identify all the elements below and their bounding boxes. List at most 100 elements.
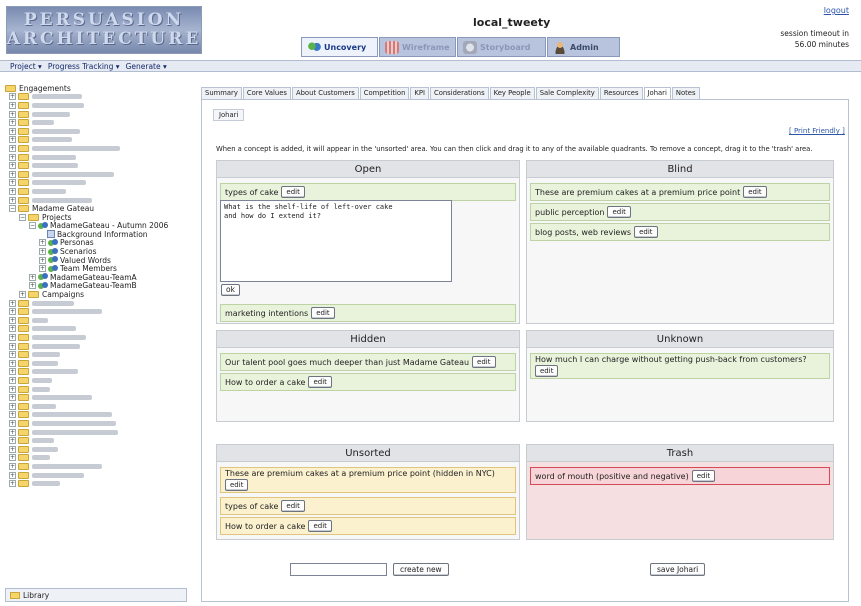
tree-item[interactable]: + xyxy=(5,393,187,402)
edit-button[interactable]: edit xyxy=(535,365,559,377)
ok-button[interactable]: ok xyxy=(221,284,240,296)
tree-item[interactable]: + xyxy=(5,316,187,325)
concept-item[interactable]: How to order a cake edit xyxy=(220,517,516,535)
tree-item-madame-gateau[interactable]: − Madame Gateau xyxy=(5,204,187,213)
edit-button[interactable]: edit xyxy=(311,307,335,319)
tab-summary[interactable]: Summary xyxy=(201,87,242,99)
tree-item[interactable]: + xyxy=(5,325,187,334)
tree-item[interactable]: + xyxy=(5,110,187,119)
quadrant-blind[interactable]: Blind These are premium cakes at a premi… xyxy=(526,160,834,324)
tree-item[interactable]: + xyxy=(5,402,187,411)
tree-item-campaigns[interactable]: + Campaigns xyxy=(5,290,187,299)
johari-subtab[interactable]: Johari xyxy=(213,109,245,121)
tree-item[interactable]: + xyxy=(5,471,187,480)
edit-button[interactable]: edit xyxy=(472,356,496,368)
tree-item-background[interactable]: Background Information xyxy=(5,230,187,239)
mode-tab-storyboard[interactable]: Storyboard xyxy=(457,37,546,57)
tab-competition[interactable]: Competition xyxy=(359,87,410,99)
quadrant-trash[interactable]: Trash word of mouth (positive and negati… xyxy=(526,444,834,540)
concept-item[interactable]: marketing intentions edit xyxy=(220,304,516,322)
tree-item-scenarios[interactable]: + Scenarios xyxy=(5,247,187,256)
quadrant-unsorted[interactable]: Unsorted These are premium cakes at a pr… xyxy=(216,444,520,540)
tree-item[interactable]: + xyxy=(5,428,187,437)
tree-item[interactable]: + xyxy=(5,187,187,196)
save-johari-button[interactable]: save Johari xyxy=(650,563,706,576)
tab-johari[interactable]: Johari xyxy=(643,87,671,99)
tab-key-people[interactable]: Key People xyxy=(489,87,535,99)
tree-item[interactable]: + xyxy=(5,101,187,110)
concept-item[interactable]: blog posts, web reviews edit xyxy=(530,223,830,241)
concept-item[interactable]: Our talent pool goes much deeper than ju… xyxy=(220,353,516,371)
tab-resources[interactable]: Resources xyxy=(599,87,643,99)
menu-generate[interactable]: Generate ▾ xyxy=(126,62,167,71)
tree-item[interactable]: + xyxy=(5,411,187,420)
tree-item[interactable]: + xyxy=(5,436,187,445)
create-new-button[interactable]: create new xyxy=(393,563,449,576)
tree-item[interactable]: + xyxy=(5,127,187,136)
tab-core-values[interactable]: Core Values xyxy=(242,87,291,99)
tree-item[interactable]: + xyxy=(5,368,187,377)
tree-item[interactable]: + xyxy=(5,299,187,308)
tree-item-autumn-2006[interactable]: − MadameGateau - Autumn 2006 xyxy=(5,221,187,230)
tab-about-customers[interactable]: About Customers xyxy=(291,87,359,99)
tree-item[interactable]: + xyxy=(5,118,187,127)
edit-button[interactable]: edit xyxy=(743,186,767,198)
tree-item[interactable]: + xyxy=(5,479,187,488)
tree-item-projects[interactable]: − Projects xyxy=(5,213,187,222)
tree-item-valued-words[interactable]: + Valued Words xyxy=(5,256,187,265)
tree-item[interactable]: + xyxy=(5,419,187,428)
concept-edit-textarea[interactable]: What is the shelf-life of left-over cake… xyxy=(220,200,452,282)
new-concept-input[interactable] xyxy=(290,563,387,576)
tree-item[interactable]: + xyxy=(5,462,187,471)
tree-item[interactable]: + xyxy=(5,359,187,368)
concept-item[interactable]: These are premium cakes at a premium pri… xyxy=(220,467,516,493)
tab-sale-complexity[interactable]: Sale Complexity xyxy=(535,87,599,99)
tree-item[interactable]: + xyxy=(5,93,187,102)
edit-button[interactable]: edit xyxy=(281,186,305,198)
tree-item[interactable]: + xyxy=(5,342,187,351)
concept-item[interactable]: types of cake edit xyxy=(220,183,516,201)
edit-button[interactable]: edit xyxy=(281,500,305,512)
edit-button[interactable]: edit xyxy=(607,206,631,218)
tree-item-team-a[interactable]: + MadameGateau-TeamA xyxy=(5,273,187,282)
edit-button[interactable]: edit xyxy=(308,376,332,388)
edit-button[interactable]: edit xyxy=(691,470,716,482)
quadrant-hidden[interactable]: Hidden Our talent pool goes much deeper … xyxy=(216,330,520,422)
tree-item[interactable]: + xyxy=(5,350,187,359)
print-friendly-link[interactable]: [ Print Friendly ] xyxy=(789,127,845,135)
quadrant-unknown[interactable]: Unknown How much I can charge without ge… xyxy=(526,330,834,422)
tree-item-team-b[interactable]: + MadameGateau-TeamB xyxy=(5,281,187,290)
tree-root[interactable]: Engagements xyxy=(5,84,187,93)
tree-item[interactable]: + xyxy=(5,196,187,205)
tree-item[interactable]: + xyxy=(5,376,187,385)
concept-item[interactable]: word of mouth (positive and negative) ed… xyxy=(530,467,830,485)
tree-item[interactable]: + xyxy=(5,170,187,179)
tree-item[interactable]: + xyxy=(5,136,187,145)
logout-link[interactable]: logout xyxy=(824,6,849,15)
tree-item[interactable]: + xyxy=(5,307,187,316)
library-panel[interactable]: Library xyxy=(5,588,187,602)
tree-item[interactable]: + xyxy=(5,333,187,342)
edit-button[interactable]: edit xyxy=(308,520,332,532)
concept-item[interactable]: public perception edit xyxy=(530,203,830,221)
tab-notes[interactable]: Notes xyxy=(671,87,700,99)
edit-button[interactable]: edit xyxy=(634,226,658,238)
tree-item[interactable]: + xyxy=(5,144,187,153)
tree-item[interactable]: + xyxy=(5,161,187,170)
tab-kpi[interactable]: KPI xyxy=(410,87,429,99)
concept-item[interactable]: types of cake edit xyxy=(220,497,516,515)
concept-item[interactable]: These are premium cakes at a premium pri… xyxy=(530,183,830,201)
tree-item-personas[interactable]: + Personas xyxy=(5,238,187,247)
menu-project[interactable]: Project ▾ xyxy=(10,62,42,71)
edit-button[interactable]: edit xyxy=(225,479,249,491)
mode-tab-wireframe[interactable]: Wireframe xyxy=(379,37,456,57)
mode-tab-uncovery[interactable]: Uncovery xyxy=(301,37,378,57)
tree-item[interactable]: + xyxy=(5,454,187,463)
mode-tab-admin[interactable]: Admin xyxy=(547,37,620,57)
tree-item[interactable]: + xyxy=(5,179,187,188)
tree-item[interactable]: + xyxy=(5,385,187,394)
tree-item-team-members[interactable]: + Team Members xyxy=(5,264,187,273)
menu-progress-tracking[interactable]: Progress Tracking ▾ xyxy=(48,62,120,71)
tab-considerations[interactable]: Considerations xyxy=(429,87,489,99)
concept-item[interactable]: How much I can charge without getting pu… xyxy=(530,353,830,379)
